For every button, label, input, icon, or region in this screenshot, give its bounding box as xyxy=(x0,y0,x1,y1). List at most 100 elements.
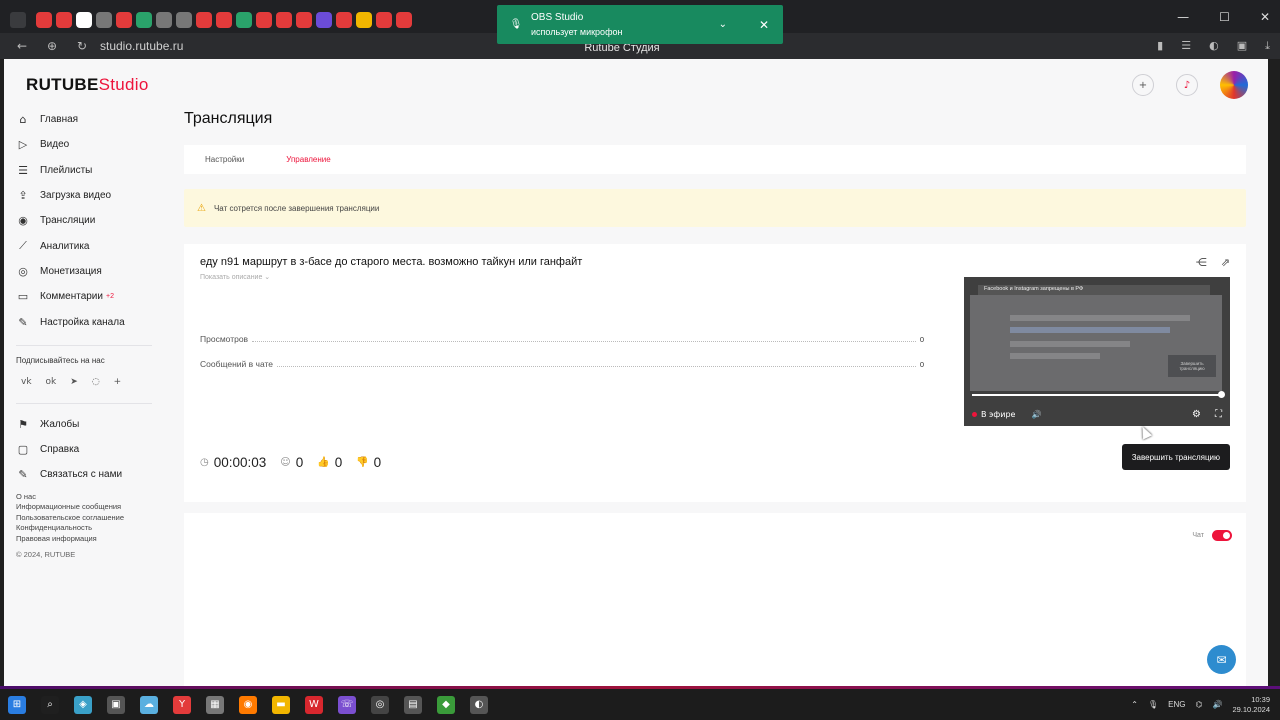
reader-icon[interactable]: ☰ xyxy=(1181,39,1191,53)
viber-icon[interactable]: ☏ xyxy=(338,695,356,714)
browser-tab-icon[interactable] xyxy=(136,12,152,28)
browser-tab-icon[interactable] xyxy=(236,12,252,28)
browser-tab-icon[interactable] xyxy=(116,12,132,28)
footer-link[interactable]: Информационные сообщения xyxy=(16,502,166,513)
telegram-icon[interactable]: ➤ xyxy=(70,377,78,387)
minimize-icon[interactable]: — xyxy=(1177,10,1189,24)
sidebar-item[interactable]: ◎ Монетизация xyxy=(16,259,166,284)
microphone-tray-icon[interactable]: 🎙 xyxy=(1148,700,1158,709)
download-icon[interactable]: ⤓ xyxy=(1265,39,1270,53)
browser-tab-icon[interactable] xyxy=(296,12,312,28)
ok-icon[interactable]: ok xyxy=(46,377,57,387)
rutube-studio-logo[interactable]: RUTUBEStudio xyxy=(26,75,149,95)
sidebar-item[interactable]: ⚑ Жалобы xyxy=(16,412,166,437)
chat-toggle[interactable] xyxy=(1212,530,1232,541)
avatar[interactable] xyxy=(1220,71,1248,99)
browser-tab-icon[interactable] xyxy=(356,12,372,28)
more-socials-icon[interactable]: + xyxy=(114,377,122,387)
browser-tab-icon[interactable] xyxy=(216,12,232,28)
sidebar-item[interactable]: ☰ Плейлисты xyxy=(16,158,166,183)
sidebar-item[interactable]: ▷ Видео xyxy=(16,132,166,157)
footer-link[interactable]: Правовая информация xyxy=(16,534,166,545)
close-window-icon[interactable]: ✕ xyxy=(1260,10,1270,24)
show-description-link[interactable]: Показать описание ⌄ xyxy=(200,273,270,281)
volume-icon[interactable]: 🔊 xyxy=(1031,410,1041,419)
stream-preview-player[interactable]: Facebook и Instagram запрещены в РФ Заве… xyxy=(964,277,1230,426)
file-explorer-icon[interactable]: ▣ xyxy=(107,695,125,714)
yandex-browser-icon[interactable]: Y xyxy=(173,695,191,714)
store-icon[interactable]: ▦ xyxy=(206,695,224,714)
tab-management[interactable]: Управление xyxy=(286,145,330,174)
comments-icon: ▭ xyxy=(17,290,29,304)
sidebar-item[interactable]: ✎ Настройка канала xyxy=(16,309,166,334)
speaker-icon[interactable]: 🔊 xyxy=(1212,700,1222,709)
live-label: В эфире xyxy=(981,410,1016,419)
sidebar-item[interactable]: ▭ Комментарии +2 xyxy=(16,284,166,309)
firefox-icon[interactable]: ◉ xyxy=(239,695,257,714)
close-icon[interactable]: ✕ xyxy=(759,18,769,32)
browser-tab-icon[interactable] xyxy=(276,12,292,28)
chevron-up-icon[interactable]: ⌃ xyxy=(1131,700,1138,709)
collections-icon[interactable]: ▣ xyxy=(1237,39,1247,53)
sidebar-item[interactable]: ◉ Трансляции xyxy=(16,208,166,233)
minecraft-icon[interactable]: ◆ xyxy=(437,695,455,714)
maximize-icon[interactable]: ☐ xyxy=(1219,10,1230,24)
footer-link[interactable]: Пользовательское соглашение xyxy=(16,513,166,524)
tab-settings[interactable]: Настройки xyxy=(205,145,244,174)
stat-row-views: Просмотров 0 xyxy=(200,334,924,344)
viber-icon[interactable]: ◌ xyxy=(92,377,100,387)
notifications-icon[interactable]: ♪ xyxy=(1176,74,1198,96)
weather-icon[interactable]: ☁ xyxy=(140,695,158,714)
scrollbar[interactable] xyxy=(1268,59,1280,689)
sidebar-item[interactable]: ⟋ Аналитика xyxy=(16,233,166,258)
sidebar-item[interactable]: ▢ Справка xyxy=(16,437,166,462)
copilot-icon[interactable]: ◈ xyxy=(74,695,92,714)
lang-indicator[interactable]: ENG xyxy=(1168,700,1185,709)
sidebar-item[interactable]: ⇪ Загрузка видео xyxy=(16,183,166,208)
browser-tab-icon[interactable] xyxy=(176,12,192,28)
vk-icon[interactable]: vk xyxy=(21,377,32,387)
network-icon[interactable]: ⌬ xyxy=(1196,700,1203,709)
stat-row-chat-messages: Сообщений в чате 0 xyxy=(200,359,924,369)
support-chat-icon[interactable]: ✉ xyxy=(1207,645,1236,674)
browser-tab-icon[interactable] xyxy=(76,12,92,28)
player-progress-bar[interactable] xyxy=(972,394,1222,396)
browser-tab-icon[interactable] xyxy=(396,12,412,28)
search-icon[interactable]: ⌕ xyxy=(41,695,59,714)
browser-tab-icon[interactable] xyxy=(316,12,332,28)
end-stream-button[interactable]: Завершить трансляцию xyxy=(1121,444,1230,470)
clock[interactable]: 10:39 29.10.2024 xyxy=(1232,695,1270,715)
open-external-icon[interactable]: ⇗ xyxy=(1221,256,1230,269)
obs-microphone-notification[interactable]: 🎙 OBS Studio использует микрофон ⌄ ✕ xyxy=(497,5,783,44)
browser-menu-button[interactable] xyxy=(10,12,26,28)
add-content-icon[interactable]: + xyxy=(1132,74,1154,96)
browser-tab-icon[interactable] xyxy=(256,12,272,28)
browser-tab-icon[interactable] xyxy=(336,12,352,28)
warning-icon: ⚠ xyxy=(197,202,206,214)
chat-toggle-wrap: Чат xyxy=(1192,530,1232,541)
browser-tab-icon[interactable] xyxy=(196,12,212,28)
browser-tab-icon[interactable] xyxy=(96,12,112,28)
browser-tab-icon[interactable] xyxy=(36,12,52,28)
footer-link[interactable]: О нас xyxy=(16,492,166,503)
share-icon[interactable]: ⋲ xyxy=(1196,256,1207,269)
video-mode-icon[interactable]: ◐ xyxy=(1209,39,1219,53)
settings-icon[interactable]: ⚙ xyxy=(1192,409,1201,420)
app2-icon[interactable]: ◐ xyxy=(470,695,488,714)
sidebar-item[interactable]: ⌂ Главная xyxy=(16,107,166,132)
bookmark-icon[interactable]: ▮ xyxy=(1157,39,1163,53)
fullscreen-icon[interactable]: ⛶ xyxy=(1215,409,1222,420)
progress-knob[interactable] xyxy=(1218,391,1225,398)
start-icon[interactable]: ⊞ xyxy=(8,695,26,714)
sidebar-item[interactable]: ✎ Связаться с нами xyxy=(16,462,166,487)
browser-tab-icon[interactable] xyxy=(156,12,172,28)
browser-tab-icon[interactable] xyxy=(56,12,72,28)
wps-icon[interactable]: W xyxy=(305,695,323,714)
folder-icon[interactable]: ▬ xyxy=(272,695,290,714)
analytics-icon: ⟋ xyxy=(19,239,27,253)
footer-link[interactable]: Конфиденциальность xyxy=(16,523,166,534)
browser-tab-icon[interactable] xyxy=(376,12,392,28)
chevron-down-icon[interactable]: ⌄ xyxy=(719,19,727,30)
obs-icon[interactable]: ◎ xyxy=(371,695,389,714)
app-icon[interactable]: ▤ xyxy=(404,695,422,714)
